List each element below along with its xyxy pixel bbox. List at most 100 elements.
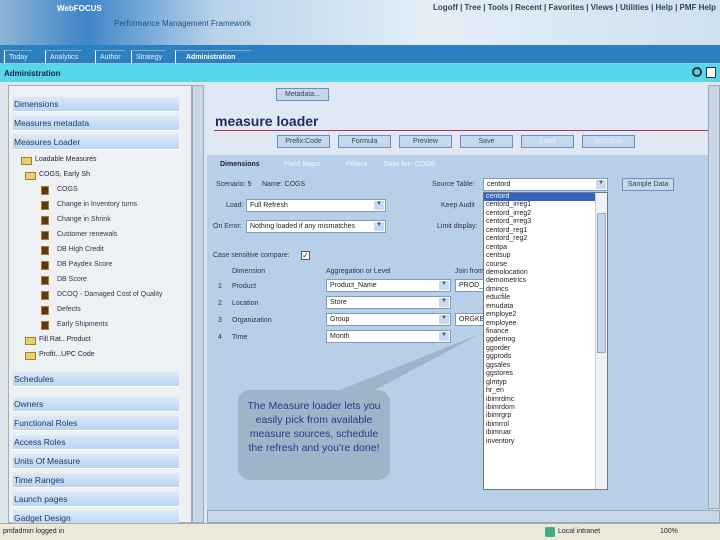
dropdown-option[interactable]: employee bbox=[484, 320, 596, 328]
load-button[interactable]: Load bbox=[521, 135, 574, 148]
prefix-code-button[interactable]: Prefix:Code bbox=[277, 135, 330, 148]
section-launch-pages[interactable]: Launch pages bbox=[13, 492, 179, 507]
dropdown-option[interactable]: hr_en bbox=[484, 387, 596, 395]
case-sensitive-checkbox[interactable]: ✓ bbox=[301, 251, 310, 260]
dropdown-option[interactable]: glmtyp bbox=[484, 379, 596, 387]
tab-strategy[interactable]: Strategy bbox=[131, 50, 167, 64]
measure-icon bbox=[41, 186, 49, 195]
dropdown-option[interactable]: course bbox=[484, 261, 596, 269]
tree-item[interactable]: DB High Credit bbox=[41, 246, 104, 255]
tree-item[interactable]: Change in Shrink bbox=[41, 216, 111, 225]
tree-item[interactable]: DB Score bbox=[41, 276, 87, 285]
tree-item[interactable]: DCOQ - Damaged Cost of Quality bbox=[41, 291, 162, 300]
formula-button[interactable]: Formula bbox=[338, 135, 391, 148]
sample-data-button[interactable]: Sample Data bbox=[622, 178, 674, 191]
dropdown-option[interactable]: educfile bbox=[484, 294, 596, 302]
dropdown-option[interactable]: employe2 bbox=[484, 311, 596, 319]
dropdown-option[interactable]: centord_reg1 bbox=[484, 227, 596, 235]
schedule-button[interactable]: Schedule bbox=[582, 135, 635, 148]
dropdown-option[interactable]: centord_irreg3 bbox=[484, 218, 596, 226]
dropdown-scrollbar[interactable] bbox=[595, 193, 607, 489]
save-button[interactable]: Save bbox=[460, 135, 513, 148]
on-error-select[interactable]: Nothing loaded if any mismatches ▼ bbox=[246, 220, 386, 233]
source-table-label: Source Table: bbox=[432, 181, 475, 188]
preview-button[interactable]: Preview bbox=[399, 135, 452, 148]
tree-item[interactable]: DB Paydex Score bbox=[41, 261, 112, 270]
chevron-down-icon[interactable]: ▼ bbox=[374, 201, 384, 210]
dropdown-option[interactable]: emudata bbox=[484, 303, 596, 311]
dropdown-option[interactable]: ibimrgrp bbox=[484, 412, 596, 420]
folder-icon bbox=[25, 337, 36, 345]
tree-item[interactable]: Change in Inventory turns bbox=[41, 201, 137, 210]
dropdown-option[interactable]: inventory bbox=[484, 438, 596, 446]
dropdown-option[interactable]: centord_reg2 bbox=[484, 235, 596, 243]
aggregation-select[interactable]: Store ▼ bbox=[326, 296, 451, 309]
dropdown-option[interactable]: centord bbox=[484, 193, 596, 202]
tree-item-label: Early Shipments bbox=[57, 321, 108, 328]
dropdown-option[interactable]: ggstores bbox=[484, 370, 596, 378]
section-owners[interactable]: Owners bbox=[13, 397, 179, 412]
zoom-level[interactable]: 100% bbox=[660, 528, 678, 535]
dropdown-option[interactable]: ggdemog bbox=[484, 336, 596, 344]
dropdown-option[interactable]: dmincs bbox=[484, 286, 596, 294]
dropdown-option[interactable]: ibimrrol bbox=[484, 421, 596, 429]
subtab-data-for-cogs[interactable]: Data for: COGS bbox=[384, 161, 435, 168]
dropdown-option[interactable]: ggprods bbox=[484, 353, 596, 361]
dropdown-option[interactable]: centord_irreg1 bbox=[484, 201, 596, 209]
section-access-roles[interactable]: Access Roles bbox=[13, 435, 179, 450]
load-select[interactable]: Full Refresh ▼ bbox=[246, 199, 386, 212]
top-nav-links[interactable]: Logoff | Tree | Tools | Recent | Favorit… bbox=[433, 3, 716, 12]
row-number: 1 bbox=[218, 283, 222, 290]
tree-group[interactable]: COGS, Early Sh bbox=[25, 171, 90, 180]
dropdown-option[interactable]: ggorder bbox=[484, 345, 596, 353]
subtab-filters[interactable]: Filters bbox=[346, 161, 367, 168]
chevron-down-icon[interactable]: ▼ bbox=[374, 222, 384, 231]
dropdown-option[interactable]: ibimrdom bbox=[484, 404, 596, 412]
tree-item[interactable]: Defects bbox=[41, 306, 81, 315]
dropdown-option[interactable]: finance bbox=[484, 328, 596, 336]
scroll-thumb[interactable] bbox=[597, 213, 606, 353]
dropdown-option[interactable]: ggsales bbox=[484, 362, 596, 370]
dropdown-option[interactable]: ibimruar bbox=[484, 429, 596, 437]
dropdown-option[interactable]: centpa bbox=[484, 244, 596, 252]
scenario-label: Scenario: 5 bbox=[216, 181, 252, 188]
source-table-select[interactable]: centord ▼ bbox=[483, 178, 608, 191]
tab-analytics[interactable]: Analytics bbox=[45, 50, 83, 64]
chevron-down-icon[interactable]: ▼ bbox=[596, 180, 606, 189]
section-functional-roles[interactable]: Functional Roles bbox=[13, 416, 179, 431]
metadata-button[interactable]: Metadata... bbox=[276, 88, 329, 101]
tree-folder[interactable]: Fill Rat...Product bbox=[25, 336, 91, 345]
aggregation-select[interactable]: Product_Name ▼ bbox=[326, 279, 451, 292]
dropdown-option[interactable]: ibimrdmc bbox=[484, 396, 596, 404]
tree-folder[interactable]: Profit...UPC Code bbox=[25, 351, 95, 360]
chevron-down-icon[interactable]: ▼ bbox=[439, 298, 449, 307]
tree-item[interactable]: COGS bbox=[41, 186, 78, 195]
refresh-icon[interactable] bbox=[692, 67, 702, 77]
tab-author[interactable]: Author bbox=[95, 50, 125, 64]
dropdown-option[interactable]: centord_irreg2 bbox=[484, 210, 596, 218]
left-scrollbar[interactable] bbox=[192, 85, 204, 523]
section-schedules[interactable]: Schedules bbox=[13, 372, 179, 387]
section-measures-loader[interactable]: Measures Loader bbox=[13, 135, 179, 150]
title-divider bbox=[214, 130, 709, 131]
tab-administration[interactable]: Administration bbox=[175, 50, 251, 64]
tree-item[interactable]: Early Shipments bbox=[41, 321, 108, 330]
main-vertical-scrollbar[interactable] bbox=[708, 85, 720, 509]
tree-root[interactable]: Loadable Measures bbox=[21, 156, 97, 165]
tab-today[interactable]: Today bbox=[4, 50, 32, 64]
section-measures-metadata[interactable]: Measures metadata bbox=[13, 116, 179, 131]
chevron-down-icon[interactable]: ▼ bbox=[439, 281, 449, 290]
dropdown-option[interactable]: centsup bbox=[484, 252, 596, 260]
main-horizontal-scrollbar[interactable] bbox=[207, 510, 720, 523]
subtab-dimensions[interactable]: Dimensions bbox=[220, 161, 260, 168]
dropdown-option[interactable]: demometrics bbox=[484, 277, 596, 285]
source-table-dropdown-list[interactable]: centord centord_irreg1 centord_irreg2 cento… bbox=[483, 192, 608, 490]
section-units-of-measure[interactable]: Units Of Measure bbox=[13, 454, 179, 469]
join-field[interactable]: PROD_ bbox=[455, 279, 485, 292]
subtab-field-maps[interactable]: Field Maps bbox=[284, 161, 320, 168]
dropdown-option[interactable]: demolocation bbox=[484, 269, 596, 277]
tree-item[interactable]: Customer renewals bbox=[41, 231, 117, 240]
section-time-ranges[interactable]: Time Ranges bbox=[13, 473, 179, 488]
section-dimensions[interactable]: Dimensions bbox=[13, 97, 179, 112]
exit-icon[interactable] bbox=[706, 67, 716, 78]
